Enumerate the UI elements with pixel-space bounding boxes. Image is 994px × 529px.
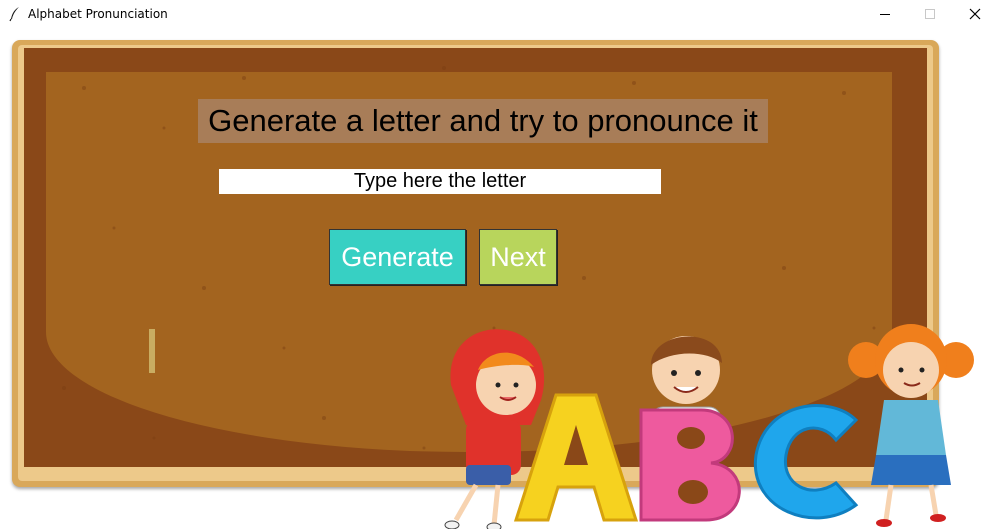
minimize-icon [880, 14, 890, 15]
letter-b-icon [639, 408, 741, 522]
maximize-icon [925, 9, 935, 19]
instruction-heading: Generate a letter and try to pronounce i… [198, 99, 768, 143]
window-titlebar: Alphabet Pronunciation [0, 0, 994, 28]
app-canvas: Generate a letter and try to pronounce i… [0, 28, 994, 529]
feather-icon [8, 6, 22, 22]
close-icon [969, 8, 981, 20]
window-title: Alphabet Pronunciation [28, 7, 168, 21]
kids-abc-illustration [444, 324, 974, 529]
kid-girl-icon [848, 324, 974, 527]
next-button[interactable]: Next [479, 229, 557, 285]
close-button[interactable] [952, 0, 994, 28]
letter-input[interactable] [219, 169, 661, 194]
maximize-button[interactable] [907, 0, 953, 28]
minimize-button[interactable] [862, 0, 908, 28]
chalk-mark [149, 329, 155, 373]
letter-c-icon [753, 404, 859, 520]
generate-button[interactable]: Generate [329, 229, 466, 285]
